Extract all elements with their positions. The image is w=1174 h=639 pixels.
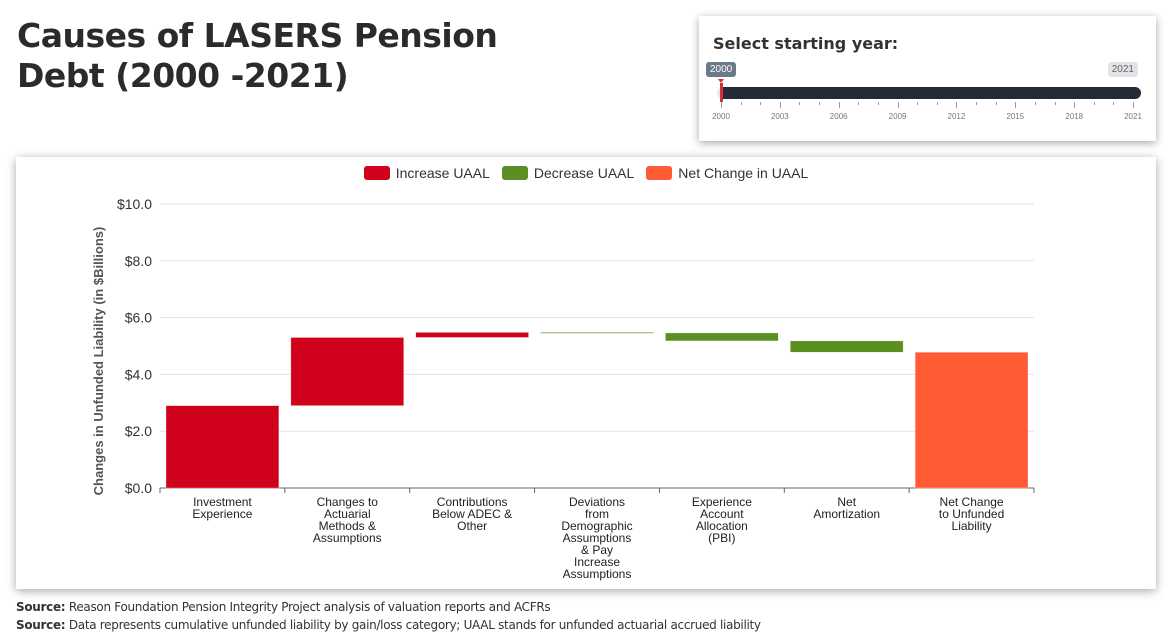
source-note-1: Source: Reason Foundation Pension Integr… bbox=[16, 600, 551, 614]
waterfall-bar-net bbox=[914, 351, 1029, 489]
slider-tick bbox=[1093, 102, 1095, 105]
x-tick-label: Changes to Actuarial Methods & Assumptions bbox=[313, 495, 382, 545]
slider-tick bbox=[976, 102, 978, 105]
y-tick-label: $6.0 bbox=[125, 310, 152, 326]
source-text: Data represents cumulative unfunded liab… bbox=[65, 618, 761, 632]
slider-from-value: 2000 bbox=[706, 62, 737, 77]
slider-tick bbox=[917, 102, 919, 105]
y-tick-label: $10.0 bbox=[117, 196, 152, 212]
slider-tick bbox=[1015, 102, 1017, 108]
slider-tick-label: 2012 bbox=[947, 112, 966, 121]
slider-label: Select starting year: bbox=[713, 34, 899, 53]
slider-tick bbox=[1054, 102, 1056, 105]
year-slider-panel: Select starting year: 2000 2021 2000 2003… bbox=[699, 16, 1156, 141]
slider-tick-label: 2006 bbox=[829, 112, 848, 121]
slider-tick bbox=[858, 102, 860, 105]
y-axis-title: Changes in Unfunded Liability (in $Billi… bbox=[91, 227, 106, 496]
y-tick-label: $8.0 bbox=[125, 253, 152, 269]
page-title: Causes of LASERS Pension Debt (2000 -202… bbox=[17, 16, 537, 96]
slider-tick bbox=[1034, 102, 1036, 105]
slider-tick-label: 2018 bbox=[1065, 112, 1084, 121]
slider-tick bbox=[760, 102, 762, 105]
waterfall-bar-increase bbox=[415, 332, 529, 338]
waterfall-bar-increase bbox=[290, 337, 404, 406]
slider-tick bbox=[779, 102, 781, 108]
x-tick-label: Experience Account Allocation (PBI) bbox=[692, 495, 752, 545]
title-line-2: Debt (2000 -2021) bbox=[17, 56, 349, 95]
source-label: Source: bbox=[16, 618, 66, 632]
slider-tick bbox=[799, 102, 801, 105]
x-tick-label: Investment Experience bbox=[192, 495, 252, 521]
slider-tick-label: 2003 bbox=[770, 112, 789, 121]
y-tick-label: $2.0 bbox=[125, 423, 152, 439]
slider-tick bbox=[740, 102, 742, 105]
slider-tick bbox=[819, 102, 821, 105]
x-tick-label: Net Amortization bbox=[813, 495, 880, 521]
slider-ticks: 2000 2003 2006 2009 2012 2015 2018 2021 bbox=[699, 102, 1156, 132]
slider-tick bbox=[877, 102, 879, 105]
slider-tick bbox=[995, 102, 997, 105]
slider-tick bbox=[1133, 102, 1134, 108]
slider-tick bbox=[838, 102, 840, 108]
chart-card: Increase UAAL Decrease UAAL Net Change in … bbox=[16, 157, 1156, 589]
slider-tick-label: 2009 bbox=[888, 112, 907, 121]
slider-tick bbox=[936, 102, 938, 105]
waterfall-bar-decrease bbox=[540, 332, 654, 334]
slider-tick bbox=[1074, 102, 1076, 108]
waterfall-bar-decrease bbox=[665, 332, 779, 342]
y-tick-label: $4.0 bbox=[125, 366, 152, 382]
source-label: Source: bbox=[16, 600, 66, 614]
slider-tick bbox=[1113, 102, 1115, 105]
slider-tick bbox=[897, 102, 899, 108]
x-tick-label: Net Change to Unfunded Liability bbox=[939, 495, 1004, 533]
x-tick-label: Contributions Below ADEC & Other bbox=[432, 495, 512, 533]
slider-max-value: 2021 bbox=[1107, 62, 1138, 77]
y-tick-label: $0.0 bbox=[125, 480, 152, 496]
slider-tick-label: 2000 bbox=[712, 112, 730, 121]
title-line-1: Causes of LASERS Pension bbox=[17, 16, 498, 55]
slider-tick-label: 2021 bbox=[1124, 112, 1142, 121]
waterfall-chart: $0.0 $2.0 $4.0 $6.0 $8.0 $10.0 Changes in Unfu… bbox=[91, 196, 1035, 581]
slider-tick bbox=[721, 102, 722, 108]
source-text: Reason Foundation Pension Integrity Proj… bbox=[65, 600, 551, 614]
source-note-2: Source: Data represents cumulative unfun… bbox=[16, 618, 761, 632]
slider-tick bbox=[956, 102, 958, 108]
waterfall-bar-decrease bbox=[790, 340, 904, 353]
slider-handle[interactable] bbox=[720, 83, 723, 102]
slider-tick-label: 2015 bbox=[1006, 112, 1025, 121]
slider-range-fill bbox=[721, 87, 1141, 99]
waterfall-bar-increase bbox=[165, 405, 280, 489]
x-tick-label: Deviations from Demographic Assumptions & Pa… bbox=[561, 495, 632, 581]
